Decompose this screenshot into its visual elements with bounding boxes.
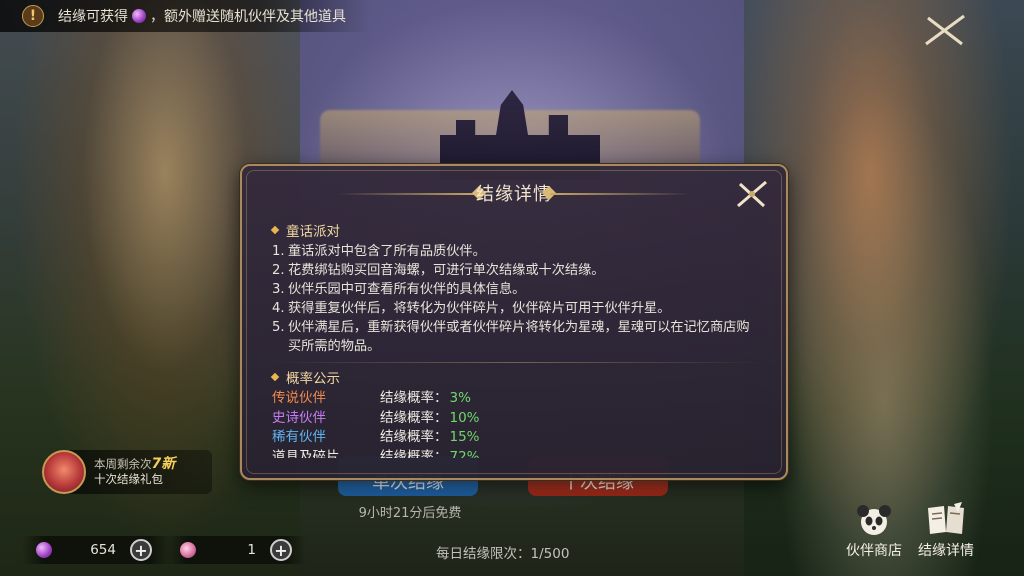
- section-probability-title: 概率公示: [270, 367, 762, 387]
- rule-item: 2. 花费绑钻购买回音海螺，可进行单次结缘或十次结缘。: [272, 261, 762, 280]
- gift-pack-text: 本周剩余次7新 十次结缘礼包: [94, 457, 175, 487]
- probability-value: 10%: [449, 409, 480, 426]
- probability-value: 15%: [449, 429, 480, 445]
- rule-text: 花费绑钻购买回音海螺，可进行单次结缘或十次结缘。: [288, 263, 605, 278]
- draw-details-dialog: 结缘详情 童话派对 1. 童话派对中包含了所有品质伙伴。 2. 花费绑钻购买回音海螺…: [240, 164, 788, 480]
- rule-item: 4. 获得重复伙伴后，将转化为伙伴碎片，伙伴碎片可用于伙伴升星。: [272, 299, 762, 318]
- probability-label: 结缘概率：: [380, 409, 448, 426]
- rules-list: 1. 童话派对中包含了所有品质伙伴。 2. 花费绑钻购买回音海螺，可进行单次结缘或十…: [272, 242, 762, 356]
- probability-row: 传说伙伴 结缘概率： 3%: [272, 389, 762, 409]
- rule-item: 3. 伙伴乐园中可查看所有伙伴的具体信息。: [272, 280, 762, 299]
- gem-amount: 654: [90, 542, 116, 558]
- dialog-scroll-area[interactable]: 童话派对 1. 童话派对中包含了所有品质伙伴。 2. 花费绑钻购买回音海螺，可进行单…: [242, 166, 786, 458]
- book-icon: [924, 500, 968, 538]
- notice-text: 结缘可获得 ，额外赠送随机伙伴及其他道具: [58, 6, 346, 26]
- draw-details-label: 结缘详情: [918, 543, 974, 559]
- rule-number: 2.: [272, 263, 285, 278]
- shell-currency-bar: 1 +: [166, 536, 306, 564]
- rule-number: 3.: [272, 282, 285, 297]
- gift-remaining-line: 本周剩余次7新: [94, 456, 176, 472]
- rule-number: 1.: [272, 244, 285, 259]
- shell-amount: 1: [247, 542, 256, 558]
- gift-pack-name: 十次结缘礼包: [94, 472, 163, 486]
- section-party-label: 童话派对: [286, 224, 340, 240]
- gem-icon: [36, 542, 52, 558]
- rule-text: 伙伴满星后，重新获得伙伴或者伙伴碎片将转化为星魂，星魂可以在记忆商店购买所需的物…: [288, 320, 750, 354]
- rule-item: 5. 伙伴满星后，重新获得伙伴或者伙伴碎片将转化为星魂，星魂可以在记忆商店购买所需…: [272, 318, 762, 356]
- rule-item: 1. 童话派对中包含了所有品质伙伴。: [272, 242, 762, 261]
- rule-number: 4.: [272, 301, 285, 316]
- probability-row: 道具及碎片 结缘概率： 72%: [272, 448, 762, 459]
- top-notice-bar: ! 结缘可获得 ，额外赠送随机伙伴及其他道具: [0, 0, 370, 32]
- probability-value: 3%: [449, 390, 471, 406]
- rule-number: 5.: [272, 320, 285, 335]
- probability-label: 结缘概率：: [380, 390, 448, 406]
- rarity-name: 史诗伙伴: [272, 409, 326, 426]
- rule-text: 伙伴乐园中可查看所有伙伴的具体信息。: [288, 282, 526, 297]
- section-party-title: 童话派对: [270, 220, 762, 240]
- probability-value: 72%: [449, 448, 480, 459]
- exclamation-icon: !: [22, 5, 44, 27]
- daily-limit-text: 每日结缘限次：1/500: [436, 546, 570, 562]
- notice-text-after: ，额外赠送随机伙伴及其他道具: [150, 9, 346, 25]
- free-timer-text: 9小时21分后免费: [358, 506, 462, 521]
- dialog-content: 童话派对 1. 童话派对中包含了所有品质伙伴。 2. 花费绑钻购买回音海螺，可进行单…: [270, 220, 762, 458]
- weekly-gift-pack[interactable]: 本周剩余次7新 十次结缘礼包: [42, 450, 212, 494]
- probability-row: 史诗伙伴 结缘概率： 10%: [272, 409, 762, 429]
- probability-label: 结缘概率：: [380, 429, 448, 445]
- partner-shop-button[interactable]: 伙伴商店: [834, 500, 914, 560]
- rarity-name: 道具及碎片: [272, 448, 340, 459]
- notice-text-before: 结缘可获得: [58, 9, 128, 25]
- gem-currency-bar: 654 +: [22, 536, 172, 564]
- rarity-name: 稀有伙伴: [272, 429, 326, 445]
- partner-shop-label: 伙伴商店: [846, 543, 902, 559]
- gift-count-suffix: 次: [140, 457, 152, 471]
- gift-remaining-label: 本周剩余: [94, 457, 140, 471]
- probability-label: 结缘概率：: [380, 448, 448, 459]
- add-shell-button[interactable]: +: [270, 539, 292, 561]
- rarity-name: 传说伙伴: [272, 390, 326, 406]
- section-probability-label: 概率公示: [286, 371, 340, 387]
- gift-pack-icon: [42, 450, 86, 494]
- gift-remaining-count: 7: [151, 456, 162, 472]
- bullet-icon: [270, 225, 280, 235]
- panda-shop-icon: [852, 500, 896, 538]
- rule-text: 童话派对中包含了所有品质伙伴。: [288, 244, 486, 259]
- shell-icon: [180, 542, 196, 558]
- add-gem-button[interactable]: +: [130, 539, 152, 561]
- bullet-icon: [270, 372, 280, 382]
- top-close-icon[interactable]: [920, 10, 970, 50]
- probability-row: 稀有伙伴 结缘概率： 15%: [272, 428, 762, 448]
- gem-icon: [132, 9, 146, 23]
- rule-text: 获得重复伙伴后，将转化为伙伴碎片，伙伴碎片可用于伙伴升星。: [288, 301, 671, 316]
- probability-list: 传说伙伴 结缘概率： 3% 史诗伙伴 结缘概率： 10% 稀有伙伴 结缘概率： …: [272, 389, 762, 458]
- draw-details-button[interactable]: 结缘详情: [906, 500, 986, 560]
- section-divider: [272, 362, 762, 363]
